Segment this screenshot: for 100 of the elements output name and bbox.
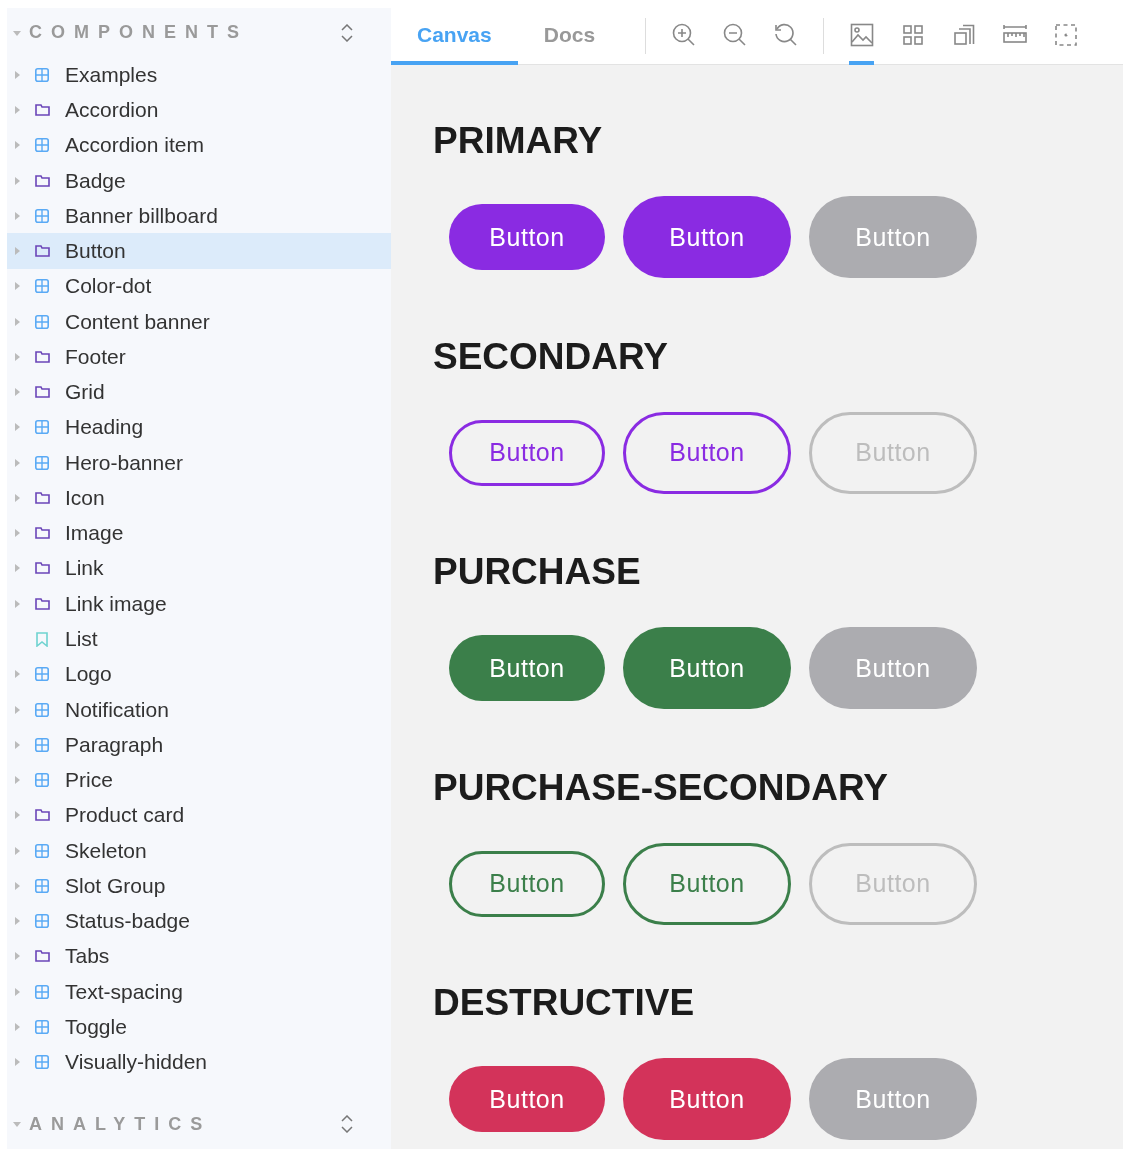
folder-icon: [34, 174, 50, 187]
sidebar-item[interactable]: Badge: [7, 162, 391, 199]
sidebar-item[interactable]: List: [7, 621, 391, 657]
item-label: Heading: [65, 415, 144, 440]
folder-icon: [34, 491, 50, 504]
caret-icon: [13, 846, 21, 855]
caret-icon: [13, 529, 21, 538]
item-label: Icon: [65, 485, 105, 510]
sidebar-item[interactable]: Price: [7, 762, 391, 798]
item-label: Tabs: [65, 944, 110, 969]
demo-button[interactable]: Button: [623, 196, 791, 278]
sidebar-item[interactable]: Slot Group: [7, 868, 391, 904]
sidebar-item[interactable]: Status-badge: [7, 903, 391, 939]
item-label: Link: [65, 556, 104, 581]
expand-collapse-icon[interactable]: [341, 1115, 353, 1134]
caret-icon: [13, 423, 21, 432]
demo-button[interactable]: Button: [449, 204, 605, 270]
item-label: Color-dot: [65, 274, 152, 299]
caret-icon: [13, 176, 21, 185]
section-heading: PRIMARY: [433, 119, 604, 163]
demo-button[interactable]: Button: [449, 419, 605, 486]
item-label: Status-badge: [65, 909, 190, 934]
expand-collapse-icon[interactable]: [341, 23, 353, 42]
demo-button[interactable]: Button: [623, 411, 791, 494]
item-label: Examples: [65, 62, 158, 87]
sidebar-item[interactable]: Toggle: [7, 1009, 391, 1045]
component-icon: [35, 702, 49, 717]
component-icon: [35, 1019, 49, 1034]
sidebar-item[interactable]: Grid: [7, 374, 391, 410]
section-heading: PURCHASE: [433, 550, 642, 594]
grid-icon: [901, 23, 924, 46]
item-label: Banner billboard: [65, 203, 218, 228]
item-label: Toggle: [65, 1014, 127, 1039]
demo-button[interactable]: Button: [623, 842, 791, 925]
sidebar-item[interactable]: Button: [7, 233, 391, 269]
sidebar-item[interactable]: Product card: [7, 797, 391, 833]
caret-icon: [13, 1022, 21, 1031]
folder-icon: [34, 104, 50, 116]
sidebar-item[interactable]: Content banner: [7, 304, 391, 340]
caret-icon: [13, 1058, 21, 1067]
item-label: Footer: [65, 344, 126, 369]
demo-button[interactable]: Button: [449, 1066, 605, 1132]
sidebar-item[interactable]: Visually-hidden: [7, 1044, 391, 1080]
sidebar-item[interactable]: Link image: [7, 586, 391, 622]
sidebar-item[interactable]: Paragraph: [7, 727, 391, 763]
sidebar-item[interactable]: Icon: [7, 480, 391, 516]
item-label: Paragraph: [65, 732, 164, 757]
component-icon: [35, 667, 49, 682]
folder-icon: [34, 386, 50, 399]
sidebar-item[interactable]: Footer: [7, 339, 391, 375]
caret-icon: [13, 28, 21, 37]
sidebar-item[interactable]: Tabs: [7, 938, 391, 975]
ruler-icon: [1001, 23, 1028, 46]
item-label: Grid: [65, 380, 105, 405]
section-heading: PURCHASE-SECONDARY: [433, 765, 889, 810]
sidebar-item[interactable]: Examples: [7, 57, 391, 93]
component-icon: [35, 914, 49, 929]
caret-icon: [13, 811, 21, 820]
item-label: Slot Group: [65, 873, 166, 898]
sidebar-item[interactable]: Heading: [7, 409, 391, 446]
component-icon: [35, 878, 49, 893]
component-icon: [35, 279, 49, 294]
caret-icon: [13, 881, 21, 890]
component-icon: [35, 737, 49, 752]
sidebar-item[interactable]: Hero-banner: [7, 445, 391, 481]
folder-icon: [34, 527, 50, 540]
sidebar-item[interactable]: Accordion item: [7, 127, 391, 163]
item-label: Content banner: [65, 309, 210, 334]
sidebar-item[interactable]: Image: [7, 515, 391, 551]
item-label: Button: [65, 239, 126, 264]
folder-icon: [34, 597, 50, 610]
sidebar-item[interactable]: Skeleton: [7, 832, 391, 869]
sidebar-item[interactable]: Color-dot: [7, 268, 391, 304]
caret-icon: [13, 106, 21, 114]
item-label: Link image: [65, 591, 167, 616]
sidebar-item[interactable]: Banner billboard: [7, 198, 391, 234]
demo-button[interactable]: Button: [623, 1058, 791, 1140]
sidebar-item[interactable]: Notification: [7, 691, 391, 728]
section-heading: SECONDARY: [433, 334, 670, 379]
item-label: Product card: [65, 803, 185, 828]
sidebar-item[interactable]: Text-spacing: [7, 974, 391, 1010]
caret-icon: [13, 282, 21, 291]
item-label: List: [65, 627, 98, 651]
sidebar-item[interactable]: Logo: [7, 656, 391, 692]
caret-icon: [13, 740, 21, 749]
item-label: Visually-hidden: [65, 1050, 208, 1075]
sidebar-item[interactable]: Link: [7, 550, 391, 587]
demo-button[interactable]: Button: [449, 850, 605, 917]
demo-button[interactable]: Button: [623, 627, 791, 709]
item-label: Badge: [65, 168, 126, 193]
caret-icon: [13, 352, 21, 361]
sidebar-item[interactable]: Accordion: [7, 92, 391, 128]
component-icon: [35, 208, 49, 223]
bookmark-icon: [36, 631, 48, 647]
item-label: Skeleton: [65, 838, 147, 863]
image-icon: [849, 22, 874, 47]
component-icon: [35, 455, 49, 470]
demo-button[interactable]: Button: [449, 635, 605, 701]
item-label: Notification: [65, 697, 169, 722]
item-label: Logo: [65, 662, 112, 687]
